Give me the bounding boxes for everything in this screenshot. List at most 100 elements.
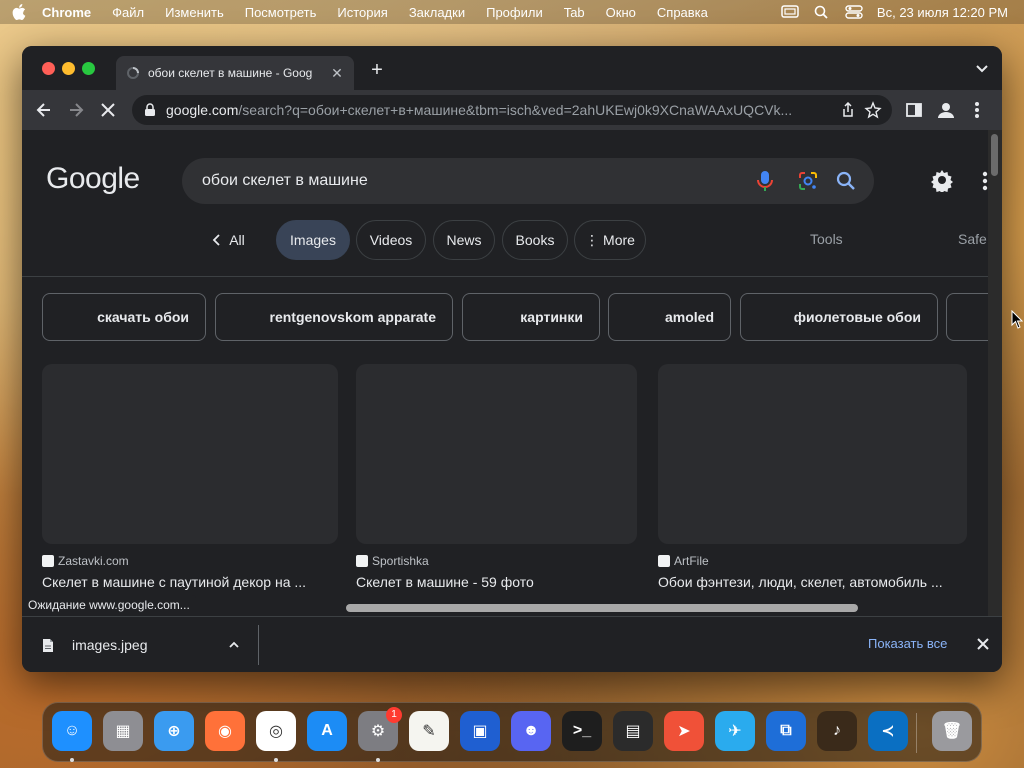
telegram-icon[interactable]: ✈ — [715, 711, 755, 751]
screen-mirroring-icon[interactable] — [781, 5, 799, 19]
result-title[interactable]: Скелет в машине - 59 фото — [356, 574, 637, 590]
forward-button[interactable] — [66, 100, 86, 120]
search-input[interactable]: обои скелет в машине — [182, 158, 874, 204]
trash-icon[interactable]: 🗑 — [932, 711, 972, 751]
download-filename: images.jpeg — [72, 637, 148, 653]
filter-images[interactable]: Images — [276, 220, 350, 260]
address-bar[interactable]: google.com /search?q=обои+скелет+в+машин… — [132, 95, 892, 125]
search-query[interactable]: обои скелет в машине — [202, 172, 368, 190]
window-maximize-button[interactable] — [82, 62, 95, 75]
result-source[interactable]: Zastavki.com — [42, 554, 338, 568]
vertical-scroll-thumb[interactable] — [991, 134, 998, 176]
safesearch-button[interactable]: Safe — [958, 231, 987, 247]
download-item[interactable]: images.jpeg — [42, 633, 242, 657]
menu-history[interactable]: История — [337, 5, 387, 20]
finder-icon[interactable]: ☺ — [52, 711, 92, 751]
result-thumbnail[interactable] — [356, 364, 637, 544]
active-tab[interactable]: обои скелет в машине - Goog ✕ — [116, 56, 354, 90]
chrome-icon[interactable]: ◎ — [256, 711, 296, 751]
show-all-downloads-link[interactable]: Показать все — [868, 636, 947, 651]
voice-search-icon[interactable] — [756, 170, 774, 192]
horizontal-scroll-thumb[interactable] — [346, 604, 858, 612]
image-result[interactable]: Sportishka Скелет в машине - 59 фото — [356, 364, 637, 590]
back-button[interactable] — [34, 100, 54, 120]
chevron-up-icon[interactable] — [228, 639, 240, 651]
profile-avatar-icon[interactable] — [936, 100, 956, 120]
google-apps-icon[interactable] — [980, 170, 988, 192]
console-icon[interactable]: ▤ — [613, 711, 653, 751]
result-source[interactable]: Sportishka — [356, 554, 637, 568]
safari-icon[interactable]: ⊕ — [154, 711, 194, 751]
result-source[interactable]: ArtFile — [658, 554, 967, 568]
header-divider — [22, 276, 988, 277]
related-chip-label: фиолетовые обои — [793, 309, 921, 325]
menu-profiles[interactable]: Профили — [486, 5, 543, 20]
vertical-scrollbar[interactable] — [988, 130, 1002, 616]
discord-icon[interactable]: ☻ — [511, 711, 551, 751]
bookmark-star-icon[interactable] — [864, 101, 882, 119]
menu-tab[interactable]: Tab — [564, 5, 585, 20]
terminal-icon[interactable]: >_ — [562, 711, 602, 751]
garageband-icon[interactable]: ♪ — [817, 711, 857, 751]
tools-button[interactable]: Tools — [810, 231, 843, 247]
web-page: Google обои скелет в машине All Images V… — [22, 130, 1002, 616]
simulator-icon[interactable]: ▣ — [460, 711, 500, 751]
filter-videos-label: Videos — [369, 232, 413, 248]
control-center-icon[interactable] — [845, 5, 863, 19]
tab-close-icon[interactable]: ✕ — [330, 66, 344, 80]
menu-file[interactable]: Файл — [112, 5, 144, 20]
related-chip[interactable]: rentgenovskom apparate — [215, 293, 453, 341]
filter-books[interactable]: Books — [502, 220, 568, 260]
gear-icon[interactable] — [930, 168, 954, 192]
spotlight-icon[interactable] — [813, 5, 831, 19]
menu-bookmarks[interactable]: Закладки — [409, 5, 465, 20]
filter-more[interactable]: ⋮ More — [574, 220, 646, 260]
swift-icon[interactable]: ➤ — [664, 711, 704, 751]
menu-app-name[interactable]: Chrome — [42, 5, 91, 20]
google-lens-icon[interactable] — [798, 171, 818, 191]
result-thumbnail[interactable] — [42, 364, 338, 544]
related-chip[interactable]: amoled — [608, 293, 731, 341]
result-thumbnail[interactable] — [658, 364, 967, 544]
filter-all-label: All — [229, 232, 245, 248]
side-panel-icon[interactable] — [906, 102, 922, 118]
settings-icon[interactable]: ⚙ 1 — [358, 707, 402, 751]
chrome-menu-icon[interactable] — [974, 100, 980, 120]
search-icon[interactable] — [836, 171, 856, 191]
related-chip[interactable]: скачать обои — [42, 293, 206, 341]
related-chip-label: amoled — [664, 309, 714, 325]
menu-view[interactable]: Посмотреть — [245, 5, 317, 20]
related-chip[interactable]: фиолетовые обои — [740, 293, 938, 341]
stop-loading-button[interactable] — [98, 100, 118, 120]
apple-icon[interactable] — [12, 4, 26, 20]
textedit-icon[interactable]: ✎ — [409, 711, 449, 751]
filter-news[interactable]: News — [433, 220, 495, 260]
google-logo[interactable]: Google — [46, 162, 140, 196]
image-result[interactable]: Zastavki.com Скелет в машине с паутиной … — [42, 364, 338, 590]
image-result[interactable]: ArtFile Обои фэнтези, люди, скелет, авто… — [658, 364, 967, 590]
network-icon[interactable]: ⧉ — [766, 711, 806, 751]
result-title[interactable]: Обои фэнтези, люди, скелет, автомобиль .… — [658, 574, 967, 590]
result-title[interactable]: Скелет в машине с паутиной декор на ... — [42, 574, 338, 590]
filter-all[interactable]: All — [188, 220, 268, 260]
tab-search-chevron-icon[interactable] — [974, 62, 990, 74]
app-store-icon[interactable]: A — [307, 711, 347, 751]
menubar-clock[interactable]: Вс, 23 июля 12:20 PM — [877, 5, 1008, 20]
related-chip[interactable]: картинки — [462, 293, 600, 341]
site-info-icon[interactable] — [144, 103, 156, 117]
menu-edit[interactable]: Изменить — [165, 5, 224, 20]
filter-videos[interactable]: Videos — [356, 220, 426, 260]
vscode-icon[interactable]: ≺ — [868, 711, 908, 751]
firefox-icon[interactable]: ◉ — [205, 711, 245, 751]
notification-badge: 1 — [386, 707, 402, 723]
close-download-shelf-icon[interactable] — [976, 637, 990, 651]
menu-window[interactable]: Окно — [606, 5, 636, 20]
horizontal-scrollbar[interactable] — [346, 601, 988, 615]
launchpad-icon[interactable]: ▦ — [103, 711, 143, 751]
menu-help[interactable]: Справка — [657, 5, 708, 20]
share-icon[interactable] — [840, 102, 856, 118]
window-minimize-button[interactable] — [62, 62, 75, 75]
new-tab-button[interactable]: + — [366, 60, 388, 82]
window-close-button[interactable] — [42, 62, 55, 75]
search-filters: All Images Videos News Books ⋮ More Tool… — [188, 220, 1002, 260]
